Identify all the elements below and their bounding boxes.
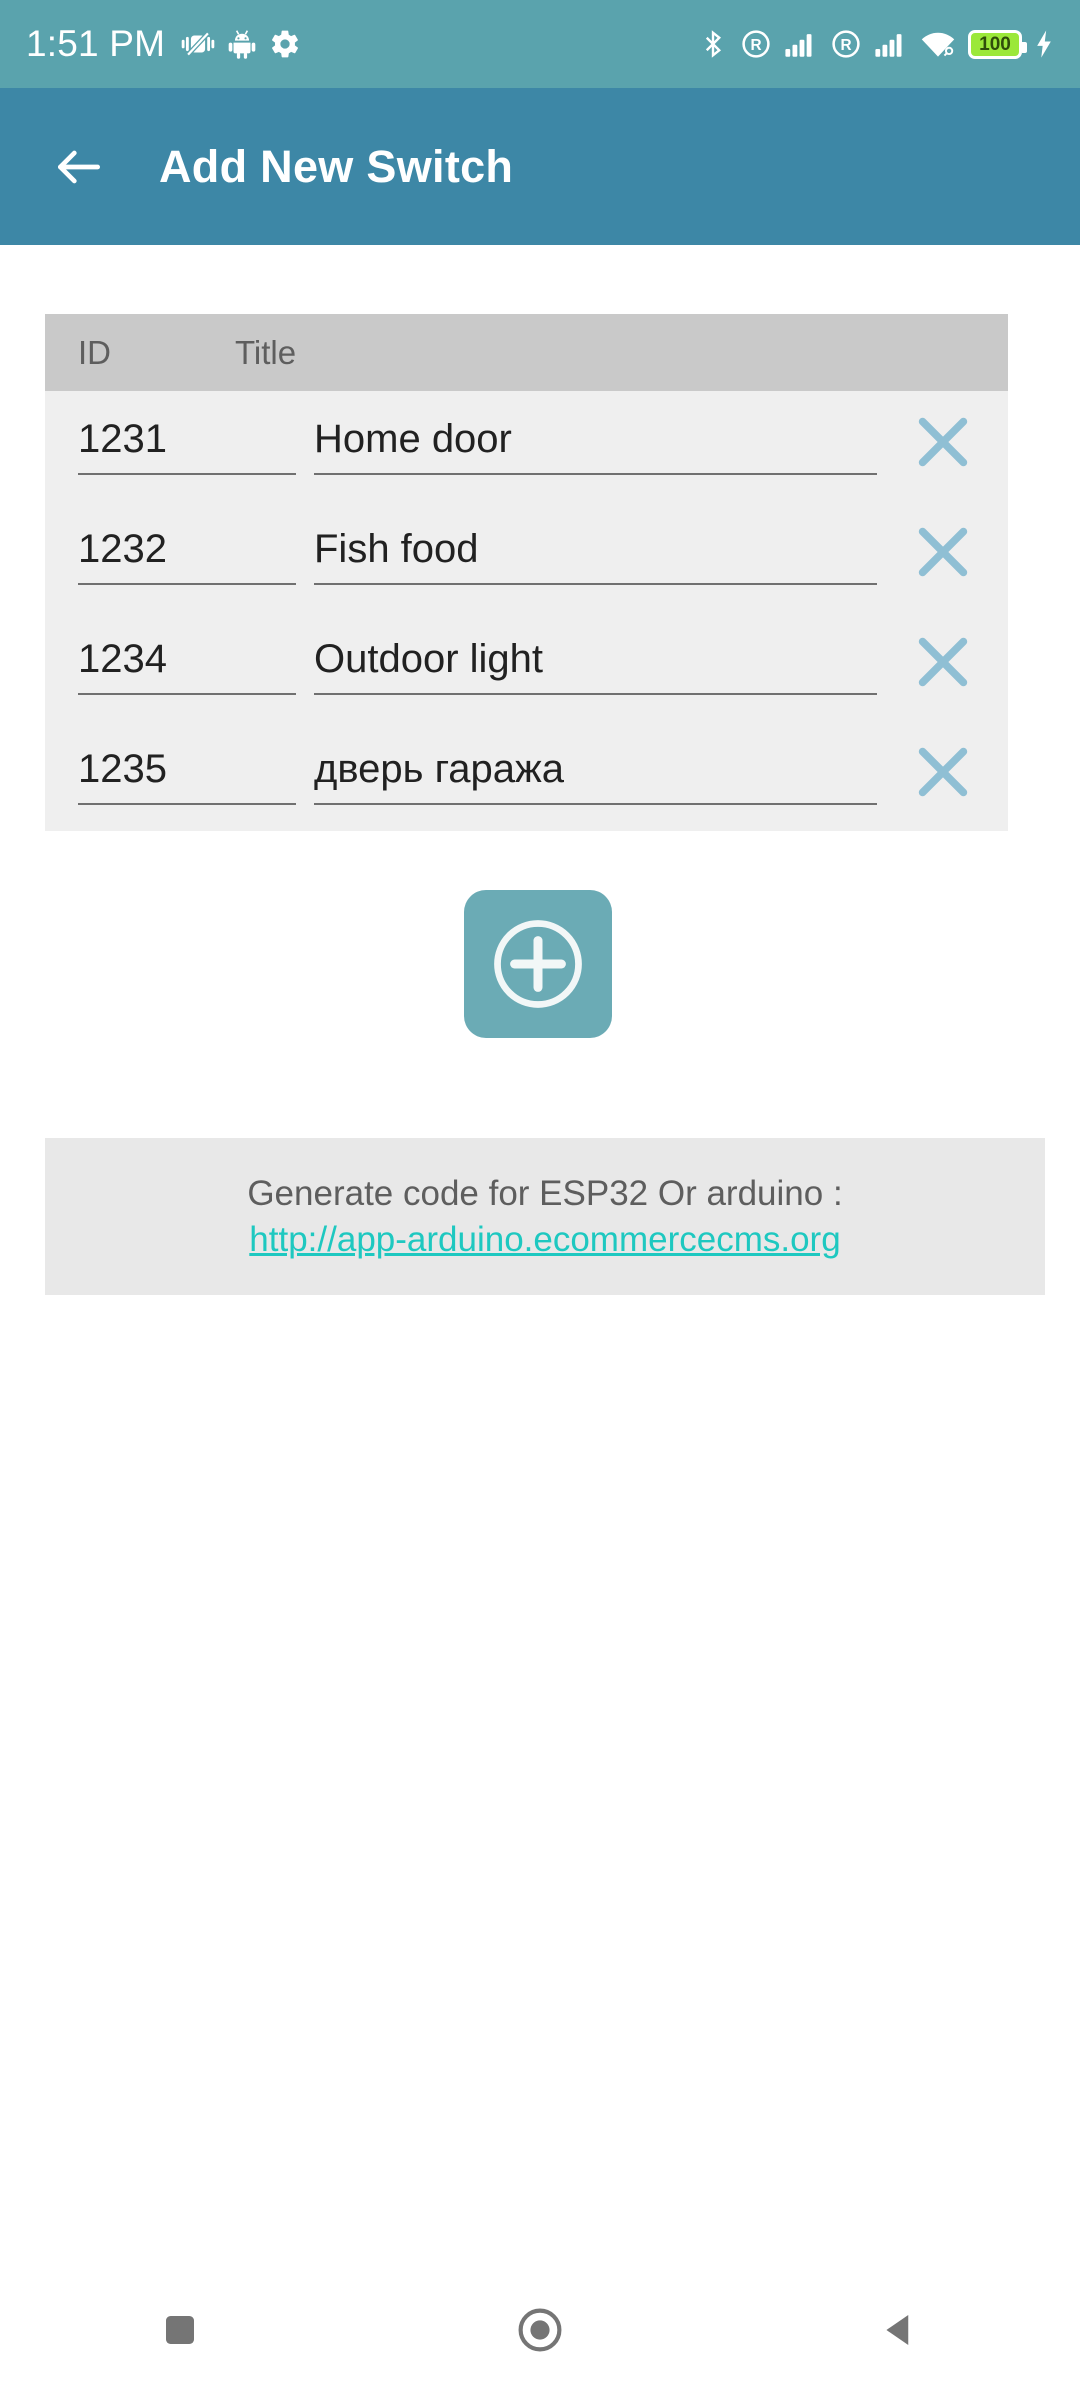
- svg-text:R: R: [750, 37, 761, 54]
- switch-id-input[interactable]: [78, 417, 296, 462]
- table-row: [45, 721, 1008, 831]
- switch-title-field[interactable]: [314, 747, 877, 805]
- switch-id-input[interactable]: [78, 747, 296, 792]
- add-switch-button[interactable]: [464, 890, 612, 1038]
- switch-table: ID Title: [45, 314, 1008, 831]
- close-x-icon: [918, 637, 967, 687]
- home-circle-icon: [518, 2308, 562, 2352]
- main-content: ID Title 1231 Home door 1232 Fish food 1…: [0, 245, 1080, 2400]
- switch-id-field[interactable]: [78, 527, 296, 585]
- switch-title-field[interactable]: [314, 637, 877, 695]
- generate-code-banner: Generate code for ESP32 Or arduino : htt…: [45, 1138, 1045, 1295]
- table-row: [45, 391, 1008, 501]
- switch-id-input[interactable]: [78, 637, 296, 682]
- table-row: [45, 611, 1008, 721]
- delete-switch-button[interactable]: [877, 517, 1008, 595]
- status-bar-right: R R 100: [698, 28, 1054, 60]
- signal-bars-icon: [874, 29, 908, 59]
- status-bar: 1:51 PM R R 100: [0, 0, 1080, 88]
- signal-bars-icon: [784, 29, 818, 59]
- bluetooth-icon: [698, 29, 728, 59]
- svg-text:R: R: [840, 37, 851, 54]
- switch-title-input[interactable]: [314, 527, 877, 572]
- switch-title-input[interactable]: [314, 637, 877, 682]
- back-button[interactable]: [24, 112, 134, 222]
- charging-bolt-icon: [1034, 29, 1054, 59]
- close-x-icon: [918, 417, 967, 467]
- switch-id-input[interactable]: [78, 527, 296, 572]
- status-bar-clock: 1:51 PM: [26, 23, 166, 64]
- switch-title-field[interactable]: [314, 417, 877, 475]
- wifi-icon: [920, 29, 956, 59]
- page-title: Add New Switch: [159, 140, 514, 192]
- battery-icon: 100: [968, 29, 1027, 59]
- switch-id-field[interactable]: [78, 747, 296, 805]
- battery-level-label: 100: [979, 33, 1011, 55]
- switch-id-field[interactable]: [78, 417, 296, 475]
- vibrate-off-icon: [181, 27, 215, 61]
- close-x-icon: [918, 747, 967, 797]
- switch-id-field[interactable]: [78, 637, 296, 695]
- android-navigation-bar: [0, 2260, 1080, 2400]
- delete-switch-button[interactable]: [877, 627, 1008, 705]
- r-circle-icon: R: [830, 28, 862, 60]
- table-row: [45, 501, 1008, 611]
- plus-circle-icon: [494, 920, 582, 1008]
- delete-switch-button[interactable]: [877, 407, 1008, 485]
- android-icon: [225, 27, 259, 61]
- switch-title-input[interactable]: [314, 747, 877, 792]
- app-bar: Add New Switch: [0, 88, 1080, 245]
- switch-title-field[interactable]: [314, 527, 877, 585]
- home-button[interactable]: [475, 2265, 605, 2395]
- status-bar-left: 1:51 PM: [26, 23, 301, 65]
- recents-square-icon: [166, 2316, 194, 2344]
- close-x-icon: [918, 527, 967, 577]
- table-header-row: ID Title: [45, 314, 1008, 391]
- delete-switch-button[interactable]: [877, 737, 1008, 815]
- back-button-nav[interactable]: [835, 2265, 965, 2395]
- column-header-title: Title: [235, 333, 297, 371]
- generate-code-label: Generate code for ESP32 Or arduino :: [247, 1173, 843, 1213]
- column-header-id: ID: [78, 333, 111, 371]
- switch-title-input[interactable]: [314, 417, 877, 462]
- gear-icon: [269, 28, 301, 60]
- generate-code-link[interactable]: http://app-arduino.ecommercecms.org: [249, 1220, 840, 1260]
- r-circle-icon: R: [740, 28, 772, 60]
- back-triangle-icon: [886, 2314, 909, 2346]
- recents-button[interactable]: [115, 2265, 245, 2395]
- arrow-left-icon: [58, 150, 100, 183]
